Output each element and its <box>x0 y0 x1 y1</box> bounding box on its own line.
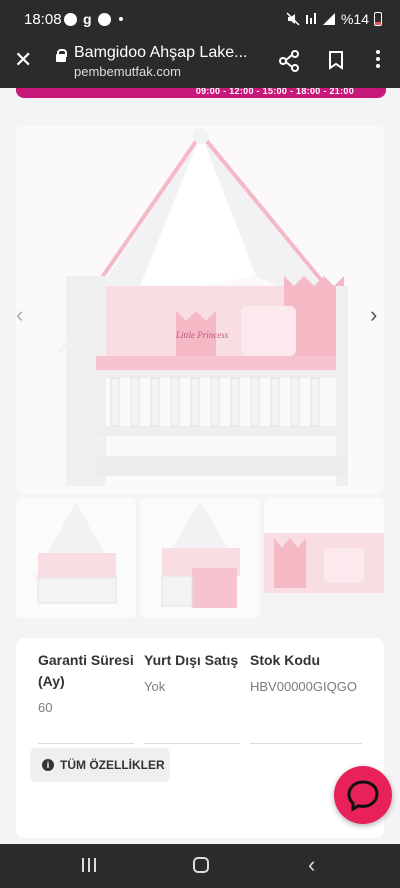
chat-button[interactable] <box>334 766 392 824</box>
banner-times: 09:00 - 12:00 - 15:00 - 18:00 - 21:00 <box>195 88 354 96</box>
mute-icon <box>286 12 300 26</box>
page-host[interactable]: pembemutfak.com <box>74 64 181 79</box>
spec-value: 60 <box>38 700 53 715</box>
spec-label: Stok Kodu <box>250 652 320 668</box>
next-image-chevron-icon[interactable]: › <box>370 302 377 328</box>
status-bar: 18:08 g %14 <box>0 0 400 40</box>
battery-icon <box>374 12 382 26</box>
prev-image-chevron-icon[interactable]: ‹ <box>16 302 23 328</box>
recent-apps-icon[interactable] <box>82 858 96 872</box>
signal-icon <box>322 13 335 25</box>
promo-banner[interactable]: 09:00 - 12:00 - 15:00 - 18:00 - 21:00 <box>16 88 386 98</box>
system-icons: %14 <box>286 11 382 27</box>
product-thumbnail[interactable] <box>264 498 384 618</box>
all-features-button[interactable]: i TÜM ÖZELLİKLER <box>30 748 170 782</box>
info-icon: i <box>42 759 54 771</box>
wifi-icon <box>305 13 316 24</box>
divider <box>38 743 134 744</box>
android-nav-bar: ‹ <box>0 844 400 888</box>
close-icon[interactable]: ✕ <box>14 49 34 71</box>
divider <box>250 743 362 744</box>
divider <box>144 743 240 744</box>
specs-card: Garanti Süresi (Ay) 60 Yurt Dışı Satış Y… <box>16 638 384 838</box>
spec-value: HBV00000GIQGO <box>250 679 357 694</box>
lock-icon[interactable] <box>56 49 67 66</box>
battery-percent: %14 <box>340 11 369 27</box>
facebook-icon <box>64 12 77 26</box>
chat-bubble-icon <box>347 780 379 812</box>
spec-stock-code: Stok Kodu HBV00000GIQGO <box>250 650 362 744</box>
notification-icons: g <box>64 11 123 27</box>
home-icon[interactable] <box>193 857 209 873</box>
spec-warranty: Garanti Süresi (Ay) 60 <box>38 650 134 744</box>
spec-label: Garanti Süresi (Ay) <box>38 652 134 689</box>
back-chevron-icon[interactable]: ‹ <box>308 852 315 878</box>
spec-label: Yurt Dışı Satış <box>144 652 239 668</box>
spec-international-sale: Yurt Dışı Satış Yok <box>144 650 240 744</box>
more-options-icon[interactable] <box>370 50 386 68</box>
all-features-label: TÜM ÖZELLİKLER <box>60 758 165 772</box>
product-thumbnail[interactable] <box>140 498 260 618</box>
product-thumbnail[interactable] <box>16 498 136 618</box>
page-title[interactable]: Bamgidoo Ahşap Lake... <box>74 44 264 62</box>
crib-image: Little Princess <box>16 126 384 494</box>
product-main-image[interactable]: Little Princess <box>16 126 384 494</box>
g-icon: g <box>83 11 92 27</box>
more-notifications-icon <box>118 17 123 21</box>
share-icon[interactable] <box>278 50 300 72</box>
status-time: 18:08 <box>24 11 62 28</box>
spec-value: Yok <box>144 679 166 694</box>
pillow-text: Little Princess <box>175 330 229 340</box>
browser-toolbar: ✕ Bamgidoo Ahşap Lake... pembemutfak.com <box>0 40 400 88</box>
camera-icon <box>97 12 111 26</box>
web-page: 09:00 - 12:00 - 15:00 - 18:00 - 21:00 Li… <box>0 88 400 844</box>
bookmark-icon[interactable] <box>328 50 344 70</box>
